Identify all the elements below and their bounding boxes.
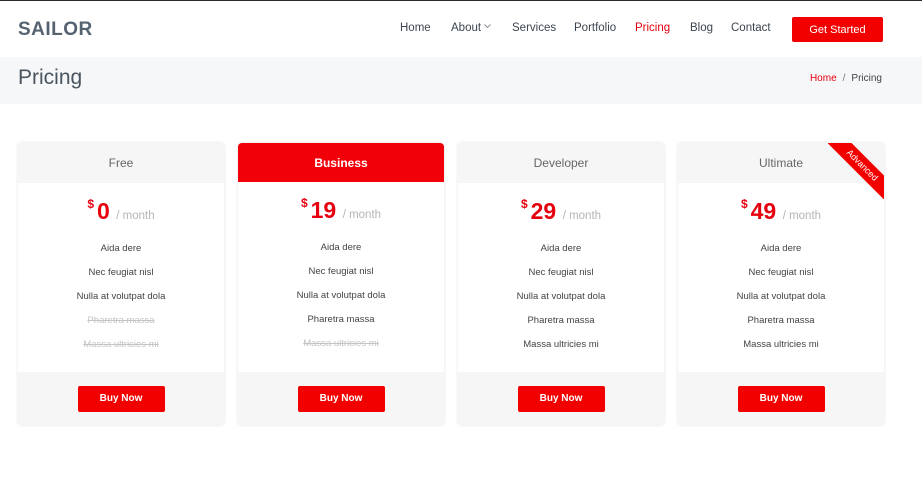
price-period: / month <box>116 210 155 222</box>
feature-item: Nec feugiat nisl <box>748 267 814 278</box>
site-header: SAILOR Home About Services Portfolio Pri… <box>0 0 922 57</box>
feature-item: Pharetra massa <box>527 315 595 326</box>
feature-list: Aida dere Nec feugiat nisl Nulla at volu… <box>678 243 884 363</box>
price-amount: 49 <box>750 198 777 224</box>
feature-item: Nulla at volutpat dola <box>516 291 606 302</box>
get-started-button[interactable]: Get Started <box>792 17 883 42</box>
price-period: / month <box>782 210 822 222</box>
feature-item: Aida dere <box>100 243 142 254</box>
feature-item: Massa ultricies mi <box>523 339 599 350</box>
card-footer: Buy Now <box>18 372 224 425</box>
card-footer: Buy Now <box>238 372 444 425</box>
feature-item: Pharetra massa <box>747 315 815 326</box>
feature-item: Nec feugiat nisl <box>88 267 154 278</box>
plan-name: Free <box>18 143 224 183</box>
feature-item: Massa ultricies mi <box>743 339 819 350</box>
buy-now-button[interactable]: Buy Now <box>517 385 605 412</box>
price-period: / month <box>562 210 602 222</box>
card-footer: Buy Now <box>458 372 664 425</box>
feature-item: Nulla at volutpat dola <box>296 290 386 301</box>
plan-price: $19 / month <box>238 196 444 225</box>
ribbon-label: Advanced <box>828 143 884 199</box>
nav-about-label: About <box>451 22 482 34</box>
nav-contact[interactable]: Contact <box>731 22 771 34</box>
card-footer: Buy Now <box>678 372 884 425</box>
pricing-card-free: Free $0 / month Aida dere Nec feugiat ni… <box>18 143 224 425</box>
feature-item: Nec feugiat nisl <box>528 267 594 278</box>
price-amount: 0 <box>97 198 110 224</box>
feature-list: Aida dere Nec feugiat nisl Nulla at volu… <box>18 243 224 363</box>
pricing-card-developer: Developer $29 / month Aida dere Nec feug… <box>458 143 664 425</box>
nav-home[interactable]: Home <box>400 22 431 34</box>
price-currency: $ <box>87 197 95 211</box>
breadcrumb-home-link[interactable]: Home <box>810 73 837 84</box>
feature-item: Pharetra massa <box>307 314 375 325</box>
buy-now-button[interactable]: Buy Now <box>77 385 165 412</box>
price-currency: $ <box>740 197 748 211</box>
feature-item: Nulla at volutpat dola <box>736 291 826 302</box>
price-currency: $ <box>300 196 308 210</box>
feature-item-unavailable: Pharetra massa <box>87 315 155 326</box>
plan-name: Business <box>238 143 444 182</box>
plan-price: $29 / month <box>458 197 664 226</box>
price-period: / month <box>342 209 382 221</box>
site-logo[interactable]: SAILOR <box>18 19 93 41</box>
pricing-card-ultimate: Ultimate Advanced $49 / month Aida dere … <box>678 143 884 425</box>
buy-now-button[interactable]: Buy Now <box>737 385 825 412</box>
breadcrumb-separator: / <box>842 73 846 84</box>
price-amount: 29 <box>530 198 557 224</box>
feature-item: Aida dere <box>320 242 362 253</box>
nav-pricing[interactable]: Pricing <box>635 22 670 34</box>
nav-about[interactable]: About <box>451 22 491 34</box>
feature-item-unavailable: Massa ultricies mi <box>83 339 159 350</box>
breadcrumb: Home / Pricing <box>810 73 882 84</box>
feature-item: Aida dere <box>540 243 582 254</box>
nav-blog[interactable]: Blog <box>690 22 713 34</box>
feature-item: Aida dere <box>760 243 802 254</box>
feature-list: Aida dere Nec feugiat nisl Nulla at volu… <box>238 242 444 362</box>
pricing-card-business: Business $19 / month Aida dere Nec feugi… <box>238 143 444 425</box>
breadcrumb-section: Pricing Home / Pricing <box>0 57 922 104</box>
advanced-ribbon: Advanced <box>828 143 884 199</box>
nav-services[interactable]: Services <box>512 22 556 34</box>
plan-price: $49 / month <box>678 197 884 226</box>
feature-list: Aida dere Nec feugiat nisl Nulla at volu… <box>458 243 664 363</box>
chevron-down-icon <box>484 23 491 29</box>
feature-item: Nec feugiat nisl <box>308 266 374 277</box>
buy-now-button[interactable]: Buy Now <box>297 385 385 412</box>
breadcrumb-current: Pricing <box>851 73 882 84</box>
plan-price: $0 / month <box>18 197 224 226</box>
feature-item-unavailable: Massa ultricies mi <box>303 338 379 349</box>
price-currency: $ <box>520 197 528 211</box>
nav-portfolio[interactable]: Portfolio <box>574 22 616 34</box>
page-title: Pricing <box>18 66 83 89</box>
feature-item: Nulla at volutpat dola <box>76 291 166 302</box>
price-amount: 19 <box>310 197 337 223</box>
plan-name: Developer <box>458 143 664 183</box>
